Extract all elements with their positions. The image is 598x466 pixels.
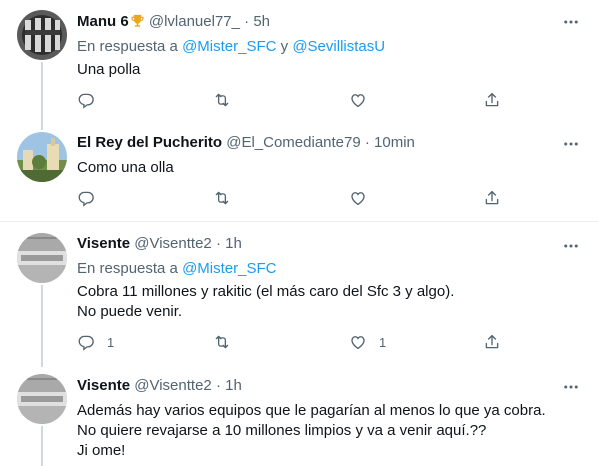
tweet-header: Visente @Visentte2 · 1h	[77, 376, 242, 396]
retweet-icon	[215, 93, 229, 107]
reply-icon	[78, 93, 94, 109]
display-name[interactable]: Visente	[77, 377, 130, 394]
avatar[interactable]	[17, 233, 67, 283]
tweet-text-line: Como una olla	[77, 159, 174, 176]
tweet-header: Visente @Visentte2 · 1h	[77, 234, 242, 254]
user-handle[interactable]: @Visentte2	[134, 235, 212, 252]
reply-button[interactable]	[77, 189, 107, 207]
timestamp[interactable]: 5h	[253, 13, 270, 30]
reply-icon	[78, 335, 94, 351]
thread-line	[41, 285, 43, 367]
like-button[interactable]	[349, 189, 379, 207]
action-bar	[77, 189, 507, 209]
tweet-manu[interactable]: Manu 6 @lvlanuel77_ · 5h En respuesta a …	[0, 0, 598, 130]
retweet-button[interactable]	[213, 189, 243, 207]
retweet-icon	[215, 335, 229, 349]
separator-dot: ·	[364, 134, 370, 151]
share-icon	[485, 92, 499, 107]
display-name[interactable]: El Rey del Pucherito	[77, 134, 222, 151]
share-button[interactable]	[483, 91, 501, 109]
timestamp[interactable]: 1h	[225, 377, 242, 394]
avatar[interactable]	[17, 10, 67, 60]
timestamp[interactable]: 10min	[374, 134, 415, 151]
tweet-text-line: Además hay varios equipos que le pagaría…	[77, 402, 546, 419]
like-icon	[351, 94, 365, 108]
tweet-text: Como una olla	[77, 158, 174, 178]
tweet-header: Manu 6 @lvlanuel77_ · 5h	[77, 12, 270, 32]
separator-dot: ·	[244, 13, 250, 30]
more-icon[interactable]	[562, 237, 580, 255]
like-button[interactable]: 1	[349, 333, 386, 351]
tweet-text-line: No puede venir.	[77, 303, 183, 320]
share-icon	[485, 334, 499, 349]
share-icon	[485, 190, 499, 205]
reply-button[interactable]: 1	[77, 333, 114, 351]
mention-link[interactable]: @Mister_SFC	[182, 260, 276, 277]
retweet-button[interactable]	[213, 333, 243, 351]
tweet-visente-1[interactable]: Visente @Visentte2 · 1h En respuesta a @…	[0, 222, 598, 367]
more-icon[interactable]	[562, 135, 580, 153]
avatar[interactable]	[17, 132, 67, 182]
like-button[interactable]	[349, 91, 379, 109]
like-icon	[351, 336, 365, 350]
display-name[interactable]: Visente	[77, 235, 130, 252]
tweet-text: Cobra 11 millones y rakitic (el más caro…	[77, 282, 454, 322]
reply-icon	[78, 191, 94, 207]
reply-context: En respuesta a @Mister_SFC y @Sevillista…	[77, 37, 385, 57]
display-name[interactable]: Manu 6	[77, 13, 129, 30]
retweet-icon	[215, 191, 229, 205]
tweet-text-line: Cobra 11 millones y rakitic (el más caro…	[77, 283, 455, 300]
like-count: 1	[379, 334, 387, 350]
timestamp[interactable]: 1h	[225, 235, 242, 252]
thread-line	[41, 426, 43, 466]
action-bar	[77, 91, 507, 111]
user-handle[interactable]: @El_Comediante79	[226, 134, 360, 151]
tweet-text: Una polla	[77, 60, 140, 80]
tweet-text-line: No quiere revajarse a 10 millones limpio…	[77, 422, 487, 439]
tweet-text-line: Una polla	[77, 61, 141, 78]
user-handle[interactable]: @lvlanuel77_	[149, 13, 240, 30]
retweet-button[interactable]	[213, 91, 243, 109]
more-icon[interactable]	[562, 13, 580, 31]
more-icon[interactable]	[562, 378, 580, 396]
share-button[interactable]	[483, 333, 501, 351]
separator-dot: ·	[215, 377, 221, 394]
avatar[interactable]	[17, 374, 67, 424]
mention-link[interactable]: @Mister_SFC	[182, 38, 276, 55]
tweet-text-line: Ji ome!	[77, 442, 126, 459]
separator-dot: ·	[215, 235, 221, 252]
action-bar: 1 1	[77, 333, 507, 353]
like-icon	[351, 192, 365, 206]
trophy-icon	[131, 14, 144, 27]
tweet-rey-pucherito[interactable]: El Rey del Pucherito @El_Comediante79 · …	[0, 120, 598, 221]
tweet-header: El Rey del Pucherito @El_Comediante79 · …	[77, 133, 415, 153]
user-handle[interactable]: @Visentte2	[134, 377, 212, 394]
tweet-text: Además hay varios equipos que le pagaría…	[77, 401, 546, 461]
tweet-visente-2[interactable]: Visente @Visentte2 · 1h Además hay vario…	[0, 367, 598, 466]
reply-joiner: y	[280, 38, 289, 55]
mention-link[interactable]: @SevillistasU	[292, 38, 385, 55]
reply-count: 1	[107, 334, 115, 350]
reply-context: En respuesta a @Mister_SFC	[77, 259, 276, 279]
share-button[interactable]	[483, 189, 501, 207]
reply-prefix: En respuesta a	[77, 38, 178, 55]
reply-prefix: En respuesta a	[77, 260, 178, 277]
reply-button[interactable]	[77, 91, 107, 109]
